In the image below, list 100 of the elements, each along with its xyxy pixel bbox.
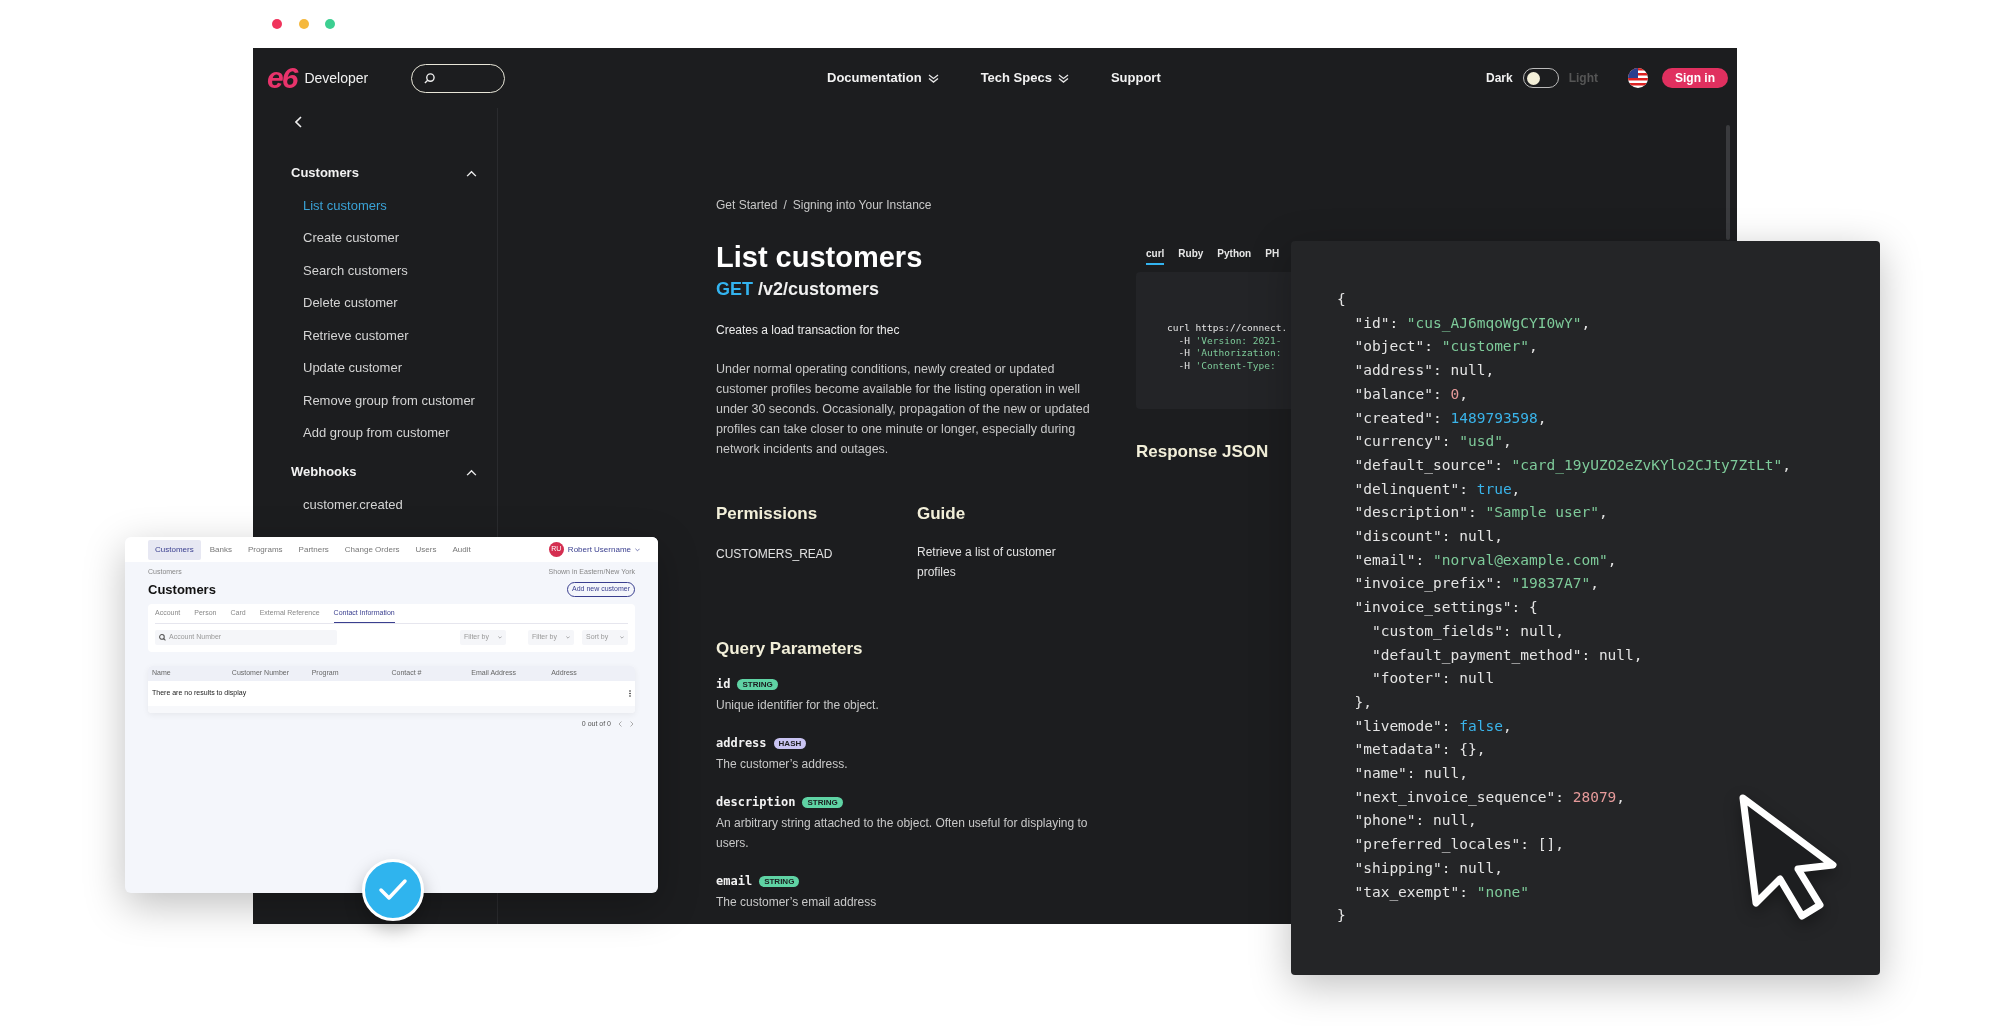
cursor-icon <box>1738 793 1838 923</box>
page-title: Customers <box>148 580 216 599</box>
code-line: "object": "customer", <box>1353 337 1538 357</box>
nav-menu-item[interactable]: Support <box>1110 68 1161 88</box>
user-name[interactable]: Robert Username <box>567 543 631 556</box>
endpoint-path: /v2/customers <box>758 279 880 299</box>
code-line: "discount": null, <box>1353 527 1503 547</box>
code-line: "livemode": false, <box>1353 716 1512 736</box>
code-line: "default_source": "card_19yUZO2eZvKYlo2CJty7ZtLt", <box>1353 455 1791 476</box>
sidebar-item[interactable]: List customers <box>303 195 387 215</box>
language-tab[interactable]: PH <box>1265 246 1280 265</box>
chevron-down-icon <box>1057 73 1069 83</box>
code-line: "invoice_prefix": "19837A7", <box>1353 574 1599 594</box>
chevron-down-icon <box>566 635 570 639</box>
code-line: } <box>1337 906 1346 926</box>
sidebar-item[interactable]: Remove group from customer <box>303 390 475 410</box>
toggle-knob <box>1526 71 1540 85</box>
app-nav-tab[interactable]: Users <box>408 539 444 560</box>
parameter-description: The customer’s email address <box>716 894 878 911</box>
breadcrumb-separator: / <box>783 197 787 214</box>
sidebar-item[interactable]: Delete customer <box>303 293 398 313</box>
code-line: -H 'Content-Type: <box>1177 359 1276 372</box>
sign-in-button[interactable]: Sign in <box>1662 68 1728 88</box>
app-nav-tab[interactable]: Audit <box>445 539 478 560</box>
code-line: "address": null, <box>1353 361 1495 381</box>
close-window-button[interactable] <box>272 19 282 29</box>
parameter-description: An arbitrary string attached to the object. Often useful for displaying to users. <box>716 815 1089 852</box>
parameter-description: Unique identifier for the object. <box>716 697 880 714</box>
nav-menu-item[interactable]: Documentation <box>827 68 939 88</box>
sidebar-item[interactable]: Search customers <box>303 260 408 280</box>
type-badge: HASH <box>773 737 807 749</box>
app-nav-tab[interactable]: Change Orders <box>337 539 407 560</box>
parameter-description: The customer’s address. <box>716 756 849 773</box>
parameter-name: address <box>716 735 767 752</box>
type-badge: STRING <box>737 678 778 690</box>
parameter-name: email <box>716 873 753 890</box>
code-line: "delinquent": true, <box>1353 479 1521 499</box>
code-line: "next_invoice_sequence": 28079, <box>1353 787 1626 808</box>
code-line: "preferred_locales": [], <box>1353 835 1564 855</box>
language-tab[interactable]: Python <box>1217 246 1252 265</box>
guide-text: Retrieve a list of customer profiles <box>917 543 1057 581</box>
section-heading: Permissions <box>716 503 819 525</box>
app-nav-tab[interactable]: Programs <box>240 539 290 560</box>
logo[interactable]: e6 <box>267 63 297 93</box>
app-nav-tab[interactable]: Partners <box>291 539 336 560</box>
sidebar-section-title[interactable]: Webhooks <box>291 462 357 482</box>
code-line: { <box>1337 290 1346 309</box>
language-tab[interactable]: curl <box>1146 246 1165 265</box>
light-label: Light <box>1568 70 1598 87</box>
product-name: Developer <box>304 68 369 88</box>
breadcrumb-link[interactable]: Get Started <box>716 196 778 214</box>
code-line: "currency": "usd", <box>1353 432 1512 452</box>
code-line: "custom_fields": null, <box>1370 621 1564 642</box>
chevron-down-icon <box>498 635 502 639</box>
search-icon <box>424 72 436 84</box>
http-method: GET <box>716 279 753 299</box>
chevron-down-icon <box>635 547 640 552</box>
dark-label: Dark <box>1486 70 1513 87</box>
code-line: -H 'Authorization: <box>1177 347 1282 360</box>
code-line: "created": 1489793598, <box>1353 408 1547 428</box>
code-line: "tax_exempt": "none" <box>1353 882 1530 903</box>
code-line: "phone": null, <box>1353 811 1477 831</box>
code-line: "name": null, <box>1353 764 1468 784</box>
code-line: curl https://connect. <box>1167 322 1288 335</box>
chevron-down-icon <box>620 635 624 639</box>
sidebar-item[interactable]: Create customer <box>303 228 400 248</box>
description-text: Under normal operating conditions, newly created or updated customer profiles become available for the listing operation in well under 30 seconds. Occasionally, propagation of the new or updated profiles can take closer to one minute or longer, especially during network incidents and outages. <box>716 361 1091 458</box>
code-line: -H 'Version: 2021- <box>1177 334 1282 347</box>
page-title: List customers <box>716 240 924 275</box>
code-line: "default_payment_method": null, <box>1370 645 1643 666</box>
code-line: "shipping": null, <box>1353 858 1503 878</box>
parameter-name: id <box>716 676 731 693</box>
sidebar-item[interactable]: customer.created <box>303 494 403 514</box>
summary-text: Creates a load transaction for thec <box>716 322 901 339</box>
section-heading: Guide <box>917 503 967 525</box>
permission-value: CUSTOMERS_READ <box>716 545 834 563</box>
flag-icon[interactable] <box>1628 68 1648 88</box>
sidebar-section-title[interactable]: Customers <box>291 163 359 183</box>
code-line: }, <box>1353 692 1372 712</box>
search-icon <box>159 633 166 641</box>
nav-menu-item[interactable]: Tech Specs <box>980 68 1069 88</box>
app-nav-tab[interactable]: Banks <box>202 539 239 560</box>
code-line: "balance": 0, <box>1353 384 1468 404</box>
type-badge: STRING <box>759 875 800 887</box>
section-heading: Query Parameters <box>716 637 864 660</box>
code-line: "invoice_settings": { <box>1353 598 1538 618</box>
code-line: "description": "Sample user", <box>1353 503 1608 523</box>
breadcrumb-link[interactable]: Signing into Your Instance <box>792 196 932 214</box>
sidebar-item[interactable]: Add group from customer <box>303 423 450 443</box>
app-nav-tab[interactable]: Customers <box>148 539 201 560</box>
sidebar-item[interactable]: Update customer <box>303 358 402 378</box>
sidebar-item[interactable]: Retrieve customer <box>303 325 409 345</box>
next-page-icon <box>630 720 634 727</box>
language-tab[interactable]: Ruby <box>1178 246 1204 265</box>
code-line: "footer": null <box>1370 669 1495 689</box>
back-icon[interactable] <box>295 116 302 128</box>
type-badge: STRING <box>802 796 843 808</box>
code-line: "id": "cus_AJ6mqoWgCYI0wY", <box>1353 313 1591 334</box>
previous-page-icon <box>618 720 622 727</box>
parameter-name: description <box>716 794 796 811</box>
